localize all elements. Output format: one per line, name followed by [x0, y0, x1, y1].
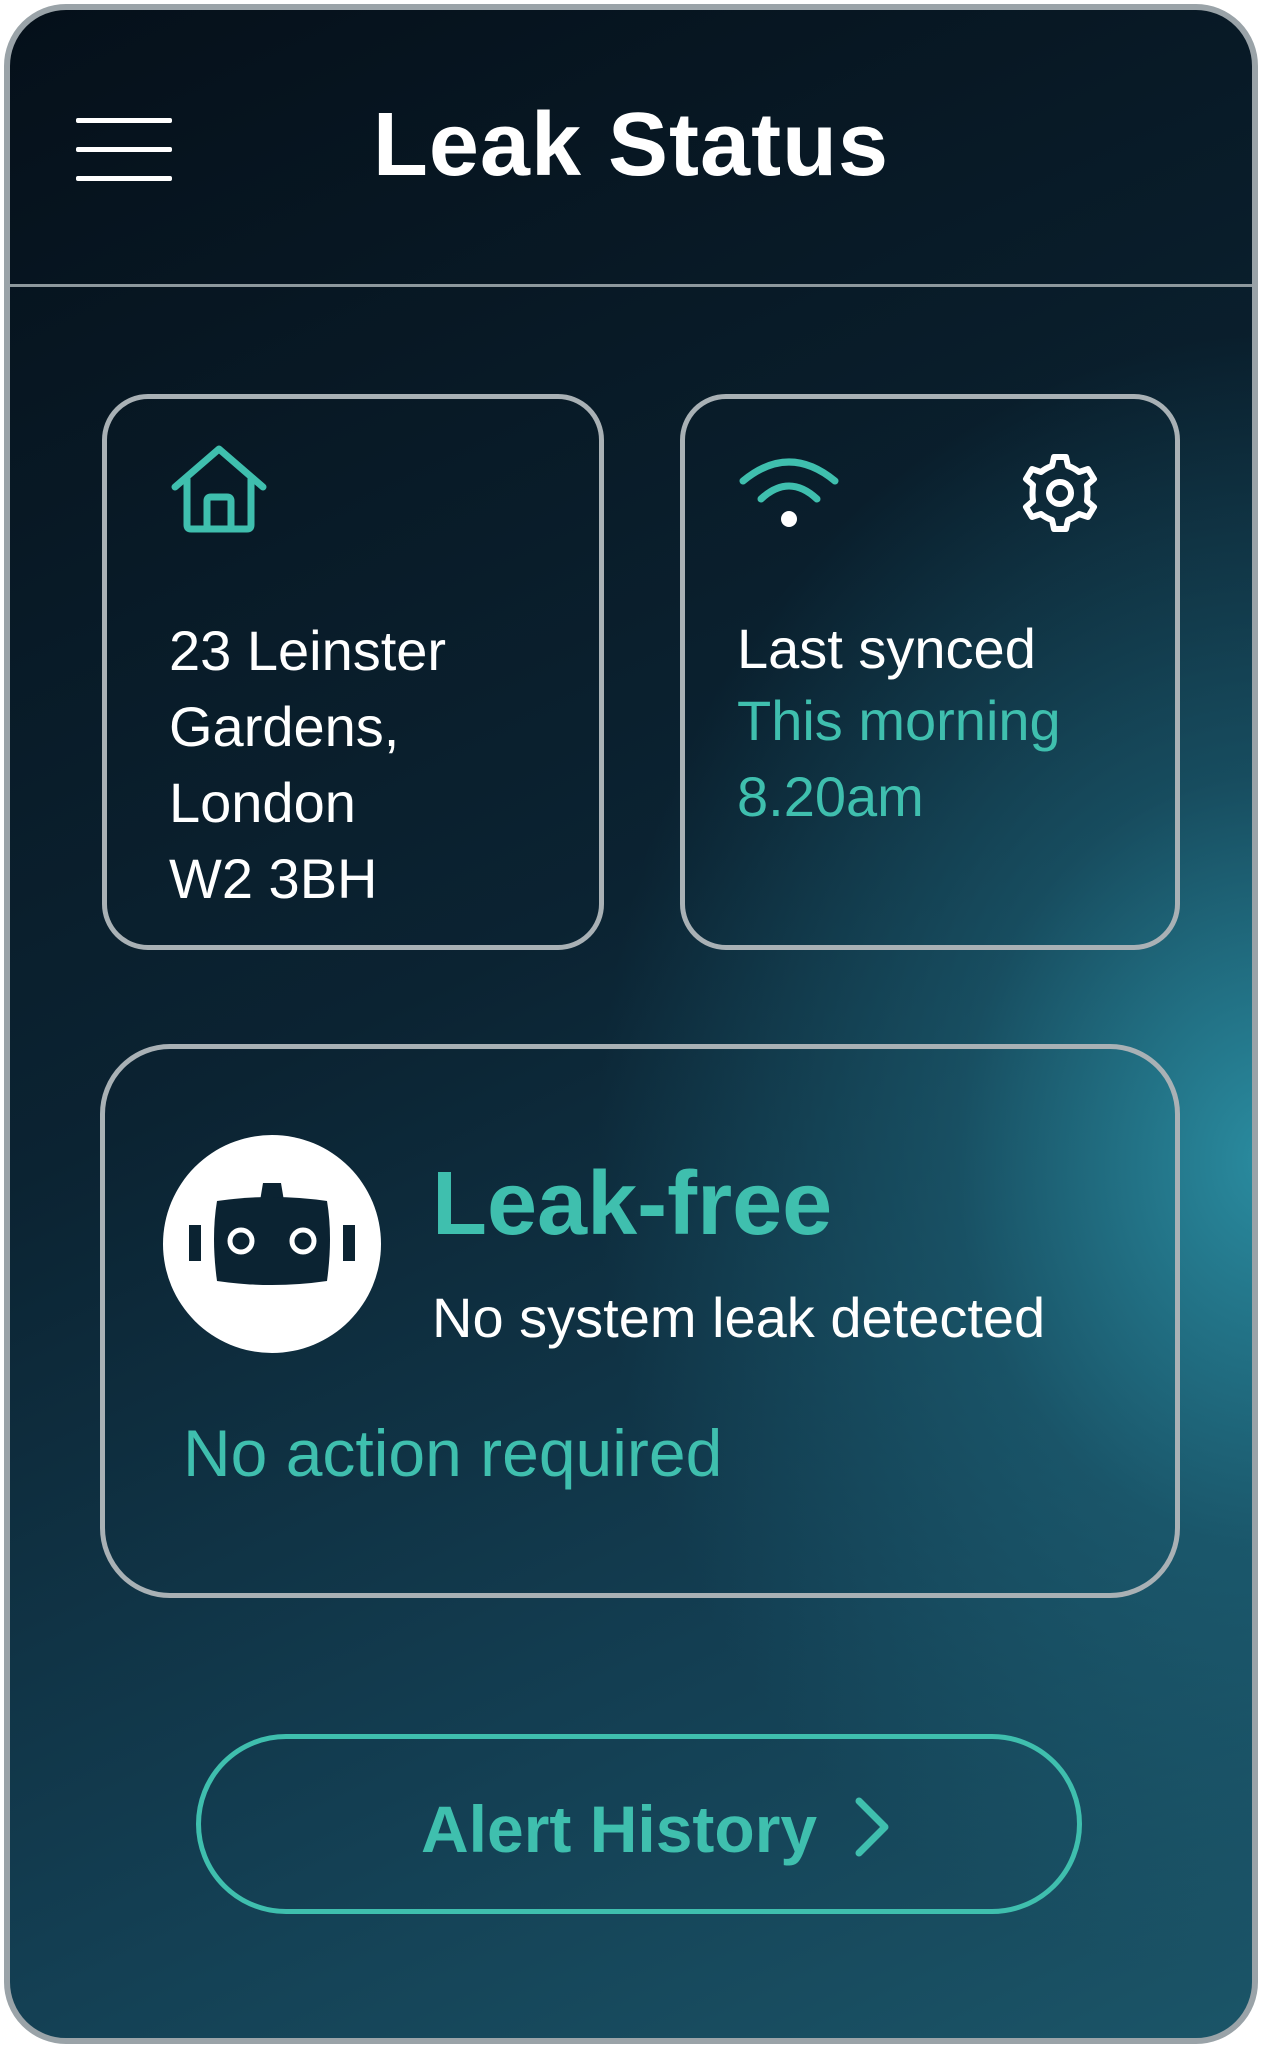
last-synced-label: Last synced [737, 617, 1036, 680]
sync-card: Last synced This morning 8.20am [680, 394, 1180, 950]
app-screen: Leak Status 23 Leinster Gardens, London … [4, 4, 1258, 2044]
chevron-right-icon [855, 1797, 889, 1857]
status-action-text: No action required [183, 1416, 723, 1490]
gear-icon[interactable] [1020, 453, 1100, 533]
header: Leak Status [10, 10, 1252, 287]
address-line: W2 3BH [169, 847, 378, 910]
status-subtitle: No system leak detected [432, 1286, 1046, 1349]
home-icon [171, 445, 267, 533]
leak-status-card: Leak-free No system leak detected No act… [100, 1044, 1180, 1598]
alert-history-label: Alert History [421, 1792, 818, 1866]
address-line: 23 Leinster [169, 619, 447, 682]
address-line: Gardens, [169, 695, 400, 758]
address-text: 23 Leinster Gardens, London W2 3BH [169, 613, 589, 917]
sync-time-line: This morning [737, 689, 1061, 752]
alert-history-button[interactable]: Alert History [196, 1734, 1082, 1914]
page-title: Leak Status [372, 95, 890, 195]
address-line: London [169, 771, 356, 834]
robot-face-icon [189, 1183, 355, 1285]
last-synced-value: This morning 8.20am [737, 683, 1061, 835]
wifi-icon [739, 458, 839, 527]
sync-time-line: 8.20am [737, 765, 924, 828]
status-title: Leak-free [432, 1154, 833, 1254]
address-card: 23 Leinster Gardens, London W2 3BH [102, 394, 604, 950]
robot-icon [163, 1135, 381, 1353]
